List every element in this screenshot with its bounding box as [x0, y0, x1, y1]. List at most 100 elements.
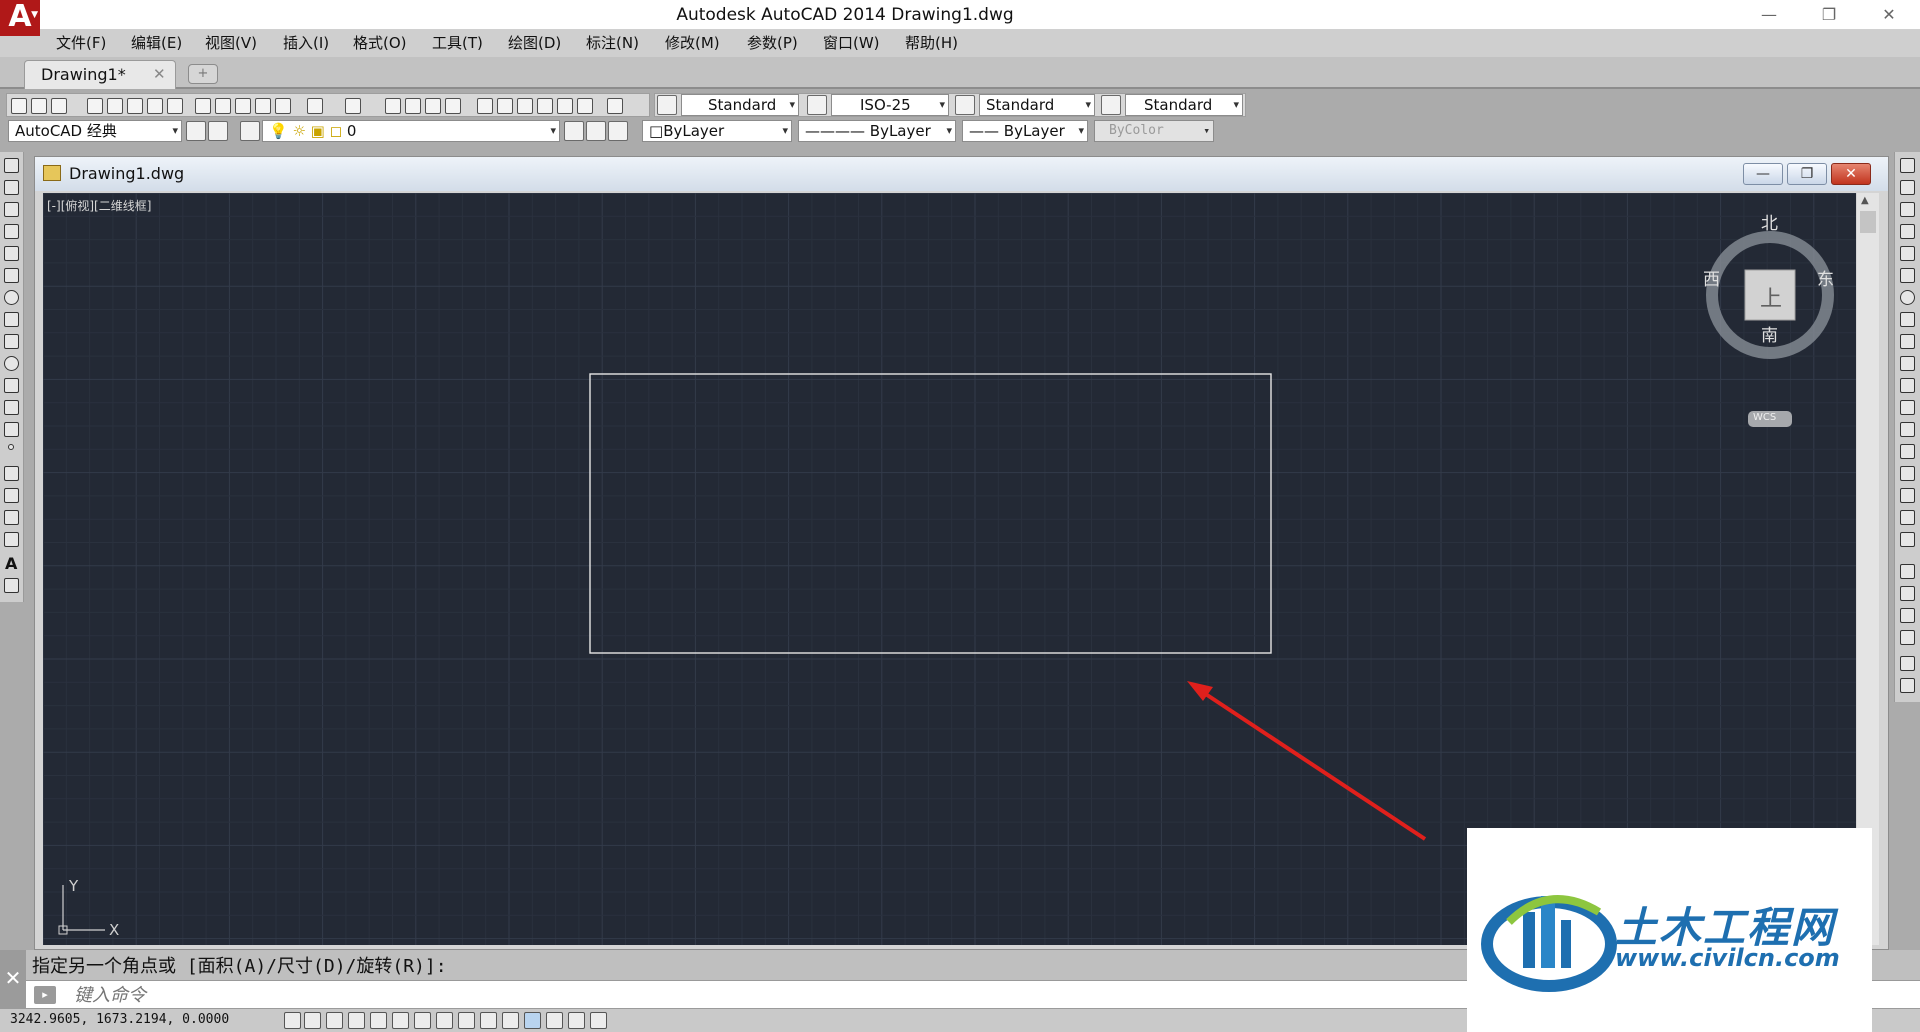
- zoom-previous-icon[interactable]: [445, 98, 461, 114]
- menu-window[interactable]: 窗口(W): [823, 30, 880, 57]
- fillet-icon[interactable]: [1900, 488, 1915, 503]
- command-input[interactable]: [74, 983, 974, 1007]
- linetype-dropdown[interactable]: ———— ByLayer ▾: [798, 120, 956, 142]
- command-recent-icon[interactable]: ▸: [34, 986, 56, 1004]
- text-style-dropdown[interactable]: Standard ▾: [681, 94, 799, 116]
- render-icon[interactable]: [167, 98, 183, 114]
- undo-icon[interactable]: [307, 98, 323, 114]
- quickcalc-icon[interactable]: [577, 98, 593, 114]
- send-to-back-icon[interactable]: [1900, 586, 1915, 601]
- move-icon[interactable]: [1900, 268, 1915, 283]
- hatch-icon[interactable]: [4, 466, 19, 481]
- pan-icon[interactable]: [385, 98, 401, 114]
- viewcube-north[interactable]: 北: [1761, 209, 1778, 234]
- trim-icon[interactable]: [1900, 356, 1915, 371]
- ellipse-icon[interactable]: [4, 356, 19, 371]
- properties-icon[interactable]: [477, 98, 493, 114]
- viewcube-west[interactable]: 西: [1703, 265, 1720, 290]
- snap-mode-toggle[interactable]: [304, 1012, 321, 1029]
- paste-icon[interactable]: [235, 98, 251, 114]
- annotation-monitor-toggle[interactable]: [590, 1012, 607, 1029]
- publish-icon[interactable]: [127, 98, 143, 114]
- zoom-window-icon[interactable]: [425, 98, 441, 114]
- table-icon[interactable]: [4, 532, 19, 547]
- circle-icon[interactable]: [4, 290, 19, 305]
- join-icon[interactable]: [1900, 444, 1915, 459]
- plot-icon[interactable]: [87, 98, 103, 114]
- quick-properties-toggle[interactable]: [546, 1012, 563, 1029]
- menu-view[interactable]: 视图(V): [205, 30, 257, 57]
- 3d-print-icon[interactable]: [147, 98, 163, 114]
- infer-constraints-toggle[interactable]: [284, 1012, 301, 1029]
- rotate-icon[interactable]: [1900, 290, 1915, 305]
- break-at-point-icon[interactable]: [1900, 400, 1915, 415]
- dim-style-icon[interactable]: [807, 95, 827, 115]
- redo-icon[interactable]: [345, 98, 361, 114]
- polygon-icon[interactable]: [4, 224, 19, 239]
- region-icon[interactable]: [4, 510, 19, 525]
- layer-previous-icon[interactable]: [586, 121, 606, 141]
- send-under-icon[interactable]: [1900, 630, 1915, 645]
- extend-icon[interactable]: [1900, 378, 1915, 393]
- offset-icon[interactable]: [1900, 224, 1915, 239]
- viewcube-east[interactable]: 东: [1817, 265, 1834, 290]
- new-tab-button[interactable]: +: [188, 64, 218, 84]
- array-icon[interactable]: [1900, 246, 1915, 261]
- workspace-dropdown[interactable]: AutoCAD 经典 ▾: [8, 120, 182, 142]
- mirror-icon[interactable]: [1900, 202, 1915, 217]
- scroll-up-icon[interactable]: ▲: [1861, 195, 1869, 206]
- workspace-settings-icon[interactable]: [186, 121, 206, 141]
- color-dropdown[interactable]: □ByLayer ▾: [642, 120, 792, 142]
- layer-manager-icon[interactable]: [240, 121, 260, 141]
- open-icon[interactable]: [31, 98, 47, 114]
- menu-parametric[interactable]: 参数(P): [747, 30, 798, 57]
- hatch-to-back-icon[interactable]: [1900, 678, 1915, 693]
- dynamic-input-toggle[interactable]: [480, 1012, 497, 1029]
- save-icon[interactable]: [51, 98, 67, 114]
- block-editor-icon[interactable]: [275, 98, 291, 114]
- help-icon[interactable]: [607, 98, 623, 114]
- construction-line-icon[interactable]: [4, 180, 19, 195]
- 3d-object-snap-toggle[interactable]: [414, 1012, 431, 1029]
- text-style-icon[interactable]: [657, 95, 677, 115]
- multileader-style-icon[interactable]: [1101, 95, 1121, 115]
- dynamic-ucs-toggle[interactable]: [458, 1012, 475, 1029]
- ortho-mode-toggle[interactable]: [348, 1012, 365, 1029]
- wcs-menu[interactable]: WCS: [1753, 412, 1776, 423]
- menu-dimension[interactable]: 标注(N): [586, 30, 639, 57]
- design-center-icon[interactable]: [497, 98, 513, 114]
- table-style-dropdown[interactable]: Standard ▾: [979, 94, 1095, 116]
- application-menu-button[interactable]: A ▼: [0, 0, 40, 36]
- tab-drawing1[interactable]: Drawing1* ✕: [24, 60, 176, 89]
- grid-display-toggle[interactable]: [326, 1012, 343, 1029]
- break-icon[interactable]: [1900, 422, 1915, 437]
- menu-file[interactable]: 文件(F): [56, 30, 106, 57]
- point-icon[interactable]: [8, 444, 14, 450]
- minimize-button[interactable]: —: [1740, 0, 1798, 30]
- table-style-icon[interactable]: [955, 95, 975, 115]
- cut-icon[interactable]: [195, 98, 211, 114]
- make-current-layer-icon[interactable]: [564, 121, 584, 141]
- viewcube-south[interactable]: 南: [1761, 321, 1778, 346]
- new-icon[interactable]: [11, 98, 27, 114]
- gradient-icon[interactable]: [4, 488, 19, 503]
- transparency-toggle[interactable]: [524, 1012, 541, 1029]
- scroll-thumb[interactable]: [1860, 211, 1876, 233]
- rectangle-icon[interactable]: [4, 246, 19, 261]
- lineweight-dropdown[interactable]: —— ByLayer ▾: [962, 120, 1088, 142]
- drawing-minimize-button[interactable]: —: [1743, 163, 1783, 185]
- bring-above-icon[interactable]: [1900, 608, 1915, 623]
- arc-icon[interactable]: [4, 268, 19, 283]
- zoom-realtime-icon[interactable]: [405, 98, 421, 114]
- viewcube-top-face[interactable]: 上: [1760, 281, 1782, 313]
- bring-to-front-icon[interactable]: [1900, 564, 1915, 579]
- scale-icon[interactable]: [1900, 312, 1915, 327]
- drawing-restore-button[interactable]: ❐: [1787, 163, 1827, 185]
- menu-modify[interactable]: 修改(M): [665, 30, 720, 57]
- viewport-controls-label[interactable]: [-][俯视][二维线框]: [47, 197, 151, 214]
- command-close-icon[interactable]: ✕: [0, 950, 26, 1008]
- object-snap-tracking-toggle[interactable]: [436, 1012, 453, 1029]
- line-icon[interactable]: [4, 158, 19, 173]
- close-button[interactable]: ✕: [1860, 0, 1918, 30]
- insert-block-icon[interactable]: [4, 400, 19, 415]
